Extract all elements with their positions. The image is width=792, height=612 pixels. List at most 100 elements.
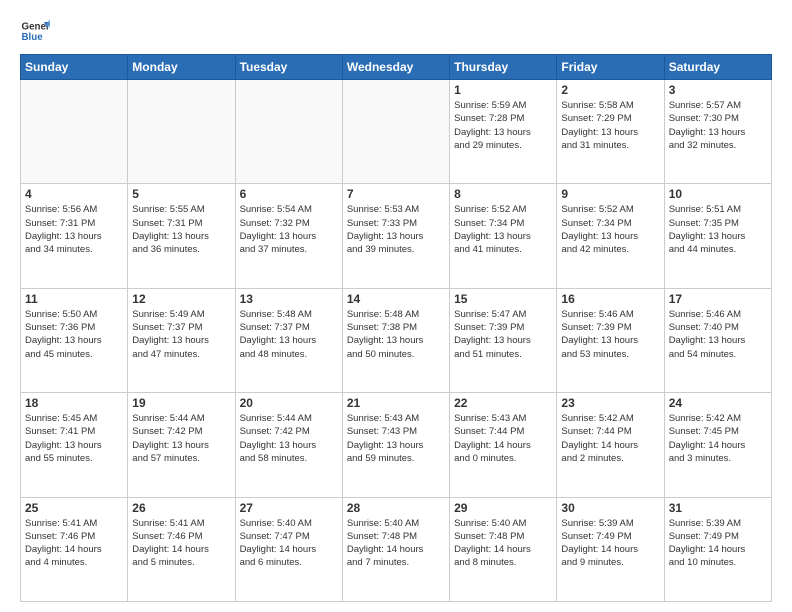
calendar-cell: 4 Sunrise: 5:56 AM Sunset: 7:31 PM Daylig… [21,184,128,288]
day-number: 29 [454,501,552,515]
weekday-header-sunday: Sunday [21,55,128,80]
day-number: 27 [240,501,338,515]
weekday-header-wednesday: Wednesday [342,55,449,80]
calendar-cell: 13 Sunrise: 5:48 AM Sunset: 7:37 PM Dayli… [235,288,342,392]
day-info: Sunrise: 5:43 AM Sunset: 7:44 PM Dayligh… [454,412,552,465]
day-number: 30 [561,501,659,515]
day-number: 24 [669,396,767,410]
day-number: 10 [669,187,767,201]
calendar-cell: 12 Sunrise: 5:49 AM Sunset: 7:37 PM Dayli… [128,288,235,392]
day-number: 9 [561,187,659,201]
header: General Blue [20,16,772,46]
calendar-cell: 27 Sunrise: 5:40 AM Sunset: 7:47 PM Dayli… [235,497,342,601]
weekday-header-thursday: Thursday [450,55,557,80]
weekday-header-friday: Friday [557,55,664,80]
day-number: 16 [561,292,659,306]
calendar-cell [235,80,342,184]
calendar-cell: 23 Sunrise: 5:42 AM Sunset: 7:44 PM Dayli… [557,393,664,497]
day-info: Sunrise: 5:39 AM Sunset: 7:49 PM Dayligh… [669,517,767,570]
day-number: 28 [347,501,445,515]
day-number: 4 [25,187,123,201]
day-number: 3 [669,83,767,97]
day-info: Sunrise: 5:52 AM Sunset: 7:34 PM Dayligh… [454,203,552,256]
calendar-cell: 26Sunrise: 5:41 AM Sunset: 7:46 PM Dayli… [128,497,235,601]
weekday-header-row: SundayMondayTuesdayWednesdayThursdayFrid… [21,55,772,80]
calendar-cell: 15 Sunrise: 5:47 AM Sunset: 7:39 PM Dayli… [450,288,557,392]
calendar-table: SundayMondayTuesdayWednesdayThursdayFrid… [20,54,772,602]
day-number: 31 [669,501,767,515]
day-number: 25 [25,501,123,515]
calendar-cell: 20 Sunrise: 5:44 AM Sunset: 7:42 PM Dayli… [235,393,342,497]
day-info: Sunrise: 5:59 AM Sunset: 7:28 PM Dayligh… [454,99,552,152]
day-info: Sunrise: 5:42 AM Sunset: 7:45 PM Dayligh… [669,412,767,465]
calendar-cell: 17 Sunrise: 5:46 AM Sunset: 7:40 PM Dayli… [664,288,771,392]
calendar-cell: 10 Sunrise: 5:51 AM Sunset: 7:35 PM Dayli… [664,184,771,288]
calendar-cell: 28 Sunrise: 5:40 AM Sunset: 7:48 PM Dayli… [342,497,449,601]
day-info: Sunrise: 5:48 AM Sunset: 7:37 PM Dayligh… [240,308,338,361]
day-number: 1 [454,83,552,97]
day-number: 15 [454,292,552,306]
calendar-cell: 29Sunrise: 5:40 AM Sunset: 7:48 PM Dayli… [450,497,557,601]
day-number: 12 [132,292,230,306]
calendar-cell: 16 Sunrise: 5:46 AM Sunset: 7:39 PM Dayli… [557,288,664,392]
week-row-5: 25Sunrise: 5:41 AM Sunset: 7:46 PM Dayli… [21,497,772,601]
day-number: 8 [454,187,552,201]
day-info: Sunrise: 5:47 AM Sunset: 7:39 PM Dayligh… [454,308,552,361]
weekday-header-tuesday: Tuesday [235,55,342,80]
day-info: Sunrise: 5:42 AM Sunset: 7:44 PM Dayligh… [561,412,659,465]
week-row-1: 1 Sunrise: 5:59 AM Sunset: 7:28 PM Daylig… [21,80,772,184]
weekday-header-monday: Monday [128,55,235,80]
day-number: 11 [25,292,123,306]
day-info: Sunrise: 5:58 AM Sunset: 7:29 PM Dayligh… [561,99,659,152]
day-number: 20 [240,396,338,410]
day-info: Sunrise: 5:55 AM Sunset: 7:31 PM Dayligh… [132,203,230,256]
day-number: 18 [25,396,123,410]
day-number: 26 [132,501,230,515]
day-info: Sunrise: 5:51 AM Sunset: 7:35 PM Dayligh… [669,203,767,256]
day-info: Sunrise: 5:39 AM Sunset: 7:49 PM Dayligh… [561,517,659,570]
week-row-3: 11 Sunrise: 5:50 AM Sunset: 7:36 PM Dayli… [21,288,772,392]
day-info: Sunrise: 5:44 AM Sunset: 7:42 PM Dayligh… [240,412,338,465]
day-number: 2 [561,83,659,97]
day-number: 5 [132,187,230,201]
week-row-4: 18 Sunrise: 5:45 AM Sunset: 7:41 PM Dayli… [21,393,772,497]
calendar-cell: 30 Sunrise: 5:39 AM Sunset: 7:49 PM Dayli… [557,497,664,601]
day-number: 7 [347,187,445,201]
day-number: 6 [240,187,338,201]
week-row-2: 4 Sunrise: 5:56 AM Sunset: 7:31 PM Daylig… [21,184,772,288]
day-info: Sunrise: 5:40 AM Sunset: 7:47 PM Dayligh… [240,517,338,570]
calendar-cell: 11 Sunrise: 5:50 AM Sunset: 7:36 PM Dayli… [21,288,128,392]
day-info: Sunrise: 5:53 AM Sunset: 7:33 PM Dayligh… [347,203,445,256]
day-number: 13 [240,292,338,306]
day-number: 22 [454,396,552,410]
day-info: Sunrise: 5:57 AM Sunset: 7:30 PM Dayligh… [669,99,767,152]
calendar-cell [128,80,235,184]
weekday-header-saturday: Saturday [664,55,771,80]
day-info: Sunrise: 5:46 AM Sunset: 7:39 PM Dayligh… [561,308,659,361]
day-info: Sunrise: 5:50 AM Sunset: 7:36 PM Dayligh… [25,308,123,361]
day-info: Sunrise: 5:56 AM Sunset: 7:31 PM Dayligh… [25,203,123,256]
logo-icon: General Blue [20,16,50,46]
calendar-cell: 24 Sunrise: 5:42 AM Sunset: 7:45 PM Dayli… [664,393,771,497]
calendar-cell: 1 Sunrise: 5:59 AM Sunset: 7:28 PM Daylig… [450,80,557,184]
calendar-cell: 31 Sunrise: 5:39 AM Sunset: 7:49 PM Dayli… [664,497,771,601]
page: General Blue SundayMondayTuesdayWednesda… [0,0,792,612]
day-info: Sunrise: 5:45 AM Sunset: 7:41 PM Dayligh… [25,412,123,465]
calendar-cell: 2 Sunrise: 5:58 AM Sunset: 7:29 PM Daylig… [557,80,664,184]
calendar-cell: 9 Sunrise: 5:52 AM Sunset: 7:34 PM Daylig… [557,184,664,288]
day-info: Sunrise: 5:43 AM Sunset: 7:43 PM Dayligh… [347,412,445,465]
day-number: 14 [347,292,445,306]
calendar-cell: 19Sunrise: 5:44 AM Sunset: 7:42 PM Dayli… [128,393,235,497]
day-info: Sunrise: 5:52 AM Sunset: 7:34 PM Dayligh… [561,203,659,256]
day-number: 23 [561,396,659,410]
calendar-cell: 21 Sunrise: 5:43 AM Sunset: 7:43 PM Dayli… [342,393,449,497]
day-number: 21 [347,396,445,410]
calendar-cell: 18 Sunrise: 5:45 AM Sunset: 7:41 PM Dayli… [21,393,128,497]
day-info: Sunrise: 5:49 AM Sunset: 7:37 PM Dayligh… [132,308,230,361]
day-info: Sunrise: 5:40 AM Sunset: 7:48 PM Dayligh… [347,517,445,570]
day-info: Sunrise: 5:54 AM Sunset: 7:32 PM Dayligh… [240,203,338,256]
calendar-cell: 22 Sunrise: 5:43 AM Sunset: 7:44 PM Dayli… [450,393,557,497]
calendar-cell: 14Sunrise: 5:48 AM Sunset: 7:38 PM Dayli… [342,288,449,392]
day-info: Sunrise: 5:46 AM Sunset: 7:40 PM Dayligh… [669,308,767,361]
day-number: 17 [669,292,767,306]
